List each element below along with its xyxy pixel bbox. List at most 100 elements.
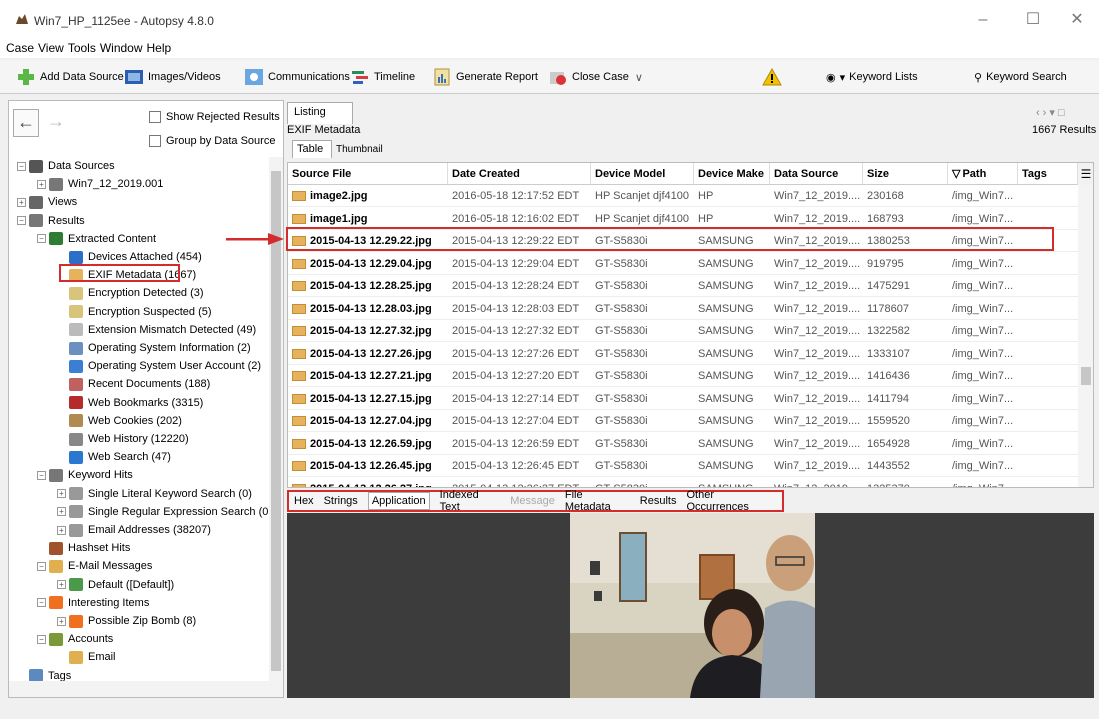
- checkbox-box[interactable]: [149, 135, 161, 148]
- menu-view[interactable]: View: [38, 40, 64, 56]
- tree-item[interactable]: Encryption Detected (3): [57, 284, 204, 302]
- back-button[interactable]: ←: [13, 109, 39, 137]
- table-row[interactable]: 2015-04-13 12.28.03.jpg 2015-04-13 12:28:…: [288, 298, 1078, 320]
- tree-item[interactable]: Web Search (47): [57, 448, 171, 466]
- tree-item[interactable]: − E-Mail Messages: [37, 557, 152, 575]
- tree-item[interactable]: + Email Addresses (38207): [57, 521, 211, 539]
- checkbox-box[interactable]: [149, 111, 161, 124]
- collapse-icon[interactable]: −: [37, 234, 46, 244]
- expand-icon[interactable]: +: [37, 179, 46, 189]
- timeline-button[interactable]: Timeline: [350, 67, 415, 87]
- table-row[interactable]: 2015-04-13 12.28.25.jpg 2015-04-13 12:28:…: [288, 275, 1078, 297]
- tree-item[interactable]: − Interesting Items: [37, 594, 149, 612]
- expand-icon[interactable]: +: [17, 197, 26, 207]
- menu-help[interactable]: Help: [147, 40, 172, 56]
- tab-hex[interactable]: Hex: [294, 495, 314, 507]
- col-path[interactable]: ▽ Path: [948, 163, 1018, 185]
- tree-item[interactable]: + Views: [17, 193, 77, 211]
- tab-application[interactable]: Application: [367, 492, 430, 510]
- collapse-icon[interactable]: −: [37, 561, 46, 571]
- images-videos-button[interactable]: Images/Videos: [124, 67, 221, 87]
- table-row[interactable]: 2015-04-13 12.26.45.jpg 2015-04-13 12:26:…: [288, 455, 1078, 477]
- expand-icon[interactable]: +: [57, 580, 66, 590]
- table-row[interactable]: 2015-04-13 12.27.32.jpg 2015-04-13 12:27:…: [288, 320, 1078, 342]
- tree-item[interactable]: − Results: [17, 212, 85, 230]
- communications-button[interactable]: Communications: [244, 67, 350, 87]
- expand-icon[interactable]: +: [57, 489, 66, 499]
- col-device-make[interactable]: Device Make: [694, 163, 770, 185]
- tree-item[interactable]: + Default ([Default]): [57, 576, 174, 594]
- tree-item[interactable]: − Extracted Content: [37, 230, 156, 248]
- tree-item[interactable]: + Possible Zip Bomb (8): [57, 612, 196, 630]
- menu-case[interactable]: Case: [6, 40, 34, 56]
- tree-item[interactable]: − Data Sources: [17, 157, 115, 175]
- collapse-icon[interactable]: −: [37, 470, 46, 480]
- tree-item[interactable]: Extension Mismatch Detected (49): [57, 321, 256, 339]
- table-row[interactable]: 2015-04-13 12.27.04.jpg 2015-04-13 12:27:…: [288, 410, 1078, 432]
- tab-file-metadata[interactable]: File Metadata: [565, 489, 630, 513]
- minimize-button[interactable]: –: [968, 8, 998, 32]
- show-rejected-checkbox[interactable]: Show Rejected Results: [149, 111, 280, 124]
- maximize-button[interactable]: ☐: [1018, 8, 1048, 32]
- close-case-button[interactable]: Close Case ∨: [548, 67, 643, 87]
- tab-listing[interactable]: Listing: [287, 102, 353, 124]
- tree-item[interactable]: Hashset Hits: [37, 539, 130, 557]
- tree-item[interactable]: Recent Documents (188): [57, 375, 210, 393]
- col-size[interactable]: Size: [863, 163, 948, 185]
- tree-item[interactable]: Web Bookmarks (3315): [57, 394, 203, 412]
- tree-item[interactable]: Encryption Suspected (5): [57, 303, 212, 321]
- close-window-button[interactable]: ✕: [1062, 8, 1092, 32]
- listing-nav-controls[interactable]: ‹›▾□: [1036, 106, 1068, 119]
- tab-table[interactable]: Table: [292, 140, 332, 158]
- tab-strings[interactable]: Strings: [324, 495, 358, 507]
- tree-item[interactable]: − Accounts: [37, 630, 113, 648]
- table-row[interactable]: 2015-04-13 12.27.26.jpg 2015-04-13 12:27:…: [288, 343, 1078, 365]
- col-data-source[interactable]: Data Source: [770, 163, 863, 185]
- tree-hscrollbar[interactable]: [9, 681, 283, 697]
- tree-item[interactable]: − Keyword Hits: [37, 466, 133, 484]
- tree-scrollbar-thumb[interactable]: [271, 171, 281, 671]
- tree-item[interactable]: + Single Regular Expression Search (0: [57, 503, 268, 521]
- tab-indexed-text[interactable]: Indexed Text: [440, 489, 501, 513]
- tree-item[interactable]: Web Cookies (202): [57, 412, 182, 430]
- keyword-search-button[interactable]: ⚲ Keyword Search: [974, 67, 1067, 87]
- tree-item[interactable]: + Single Literal Keyword Search (0): [57, 485, 252, 503]
- column-chooser-icon[interactable]: ☰: [1078, 163, 1093, 185]
- menu-tools[interactable]: Tools: [68, 40, 96, 56]
- col-device-model[interactable]: Device Model: [591, 163, 694, 185]
- tree-item[interactable]: Email: [57, 648, 116, 666]
- col-source-file[interactable]: Source File: [288, 163, 448, 185]
- table-row[interactable]: 2015-04-13 12.26.27.jpg 2015-04-13 12:26:…: [288, 478, 1078, 487]
- table-row[interactable]: 2015-04-13 12.26.59.jpg 2015-04-13 12:26:…: [288, 433, 1078, 455]
- col-tags[interactable]: Tags: [1018, 163, 1078, 185]
- table-row[interactable]: 2015-04-13 12.29.04.jpg 2015-04-13 12:29:…: [288, 253, 1078, 275]
- tab-results[interactable]: Results: [640, 495, 677, 507]
- chevron-down-icon[interactable]: ∨: [635, 71, 643, 84]
- table-row[interactable]: 2015-04-13 12.27.15.jpg 2015-04-13 12:27:…: [288, 388, 1078, 410]
- group-by-checkbox[interactable]: Group by Data Source: [149, 135, 275, 148]
- tree-item[interactable]: + Win7_12_2019.001: [37, 175, 163, 193]
- collapse-icon[interactable]: −: [17, 161, 26, 171]
- generate-report-button[interactable]: Generate Report: [432, 67, 538, 87]
- col-date-created[interactable]: Date Created: [448, 163, 591, 185]
- table-scrollbar[interactable]: [1078, 185, 1093, 487]
- tab-thumbnail[interactable]: Thumbnail: [332, 142, 387, 158]
- tree-item[interactable]: Operating System User Account (2): [57, 357, 261, 375]
- tree-item[interactable]: Web History (12220): [57, 430, 189, 448]
- expand-icon[interactable]: +: [57, 616, 66, 626]
- expand-icon[interactable]: +: [57, 525, 66, 535]
- warning-icon[interactable]: [762, 68, 782, 86]
- table-row[interactable]: image2.jpg 2016-05-18 12:17:52 EDT HP Scan…: [288, 185, 1078, 207]
- table-scrollbar-thumb[interactable]: [1081, 367, 1091, 385]
- add-data-source-button[interactable]: Add Data Source: [16, 67, 124, 87]
- table-row[interactable]: 2015-04-13 12.27.21.jpg 2015-04-13 12:27:…: [288, 365, 1078, 387]
- tab-message[interactable]: Message: [510, 495, 555, 507]
- collapse-icon[interactable]: −: [37, 598, 46, 608]
- expand-icon[interactable]: +: [57, 507, 66, 517]
- collapse-icon[interactable]: −: [37, 634, 46, 644]
- keyword-lists-button[interactable]: ◉ ▾ Keyword Lists: [826, 67, 918, 87]
- menu-window[interactable]: Window: [100, 40, 143, 56]
- forward-button[interactable]: →: [43, 109, 69, 137]
- collapse-icon[interactable]: −: [17, 216, 26, 226]
- tab-other-occurrences[interactable]: Other Occurrences: [686, 489, 777, 513]
